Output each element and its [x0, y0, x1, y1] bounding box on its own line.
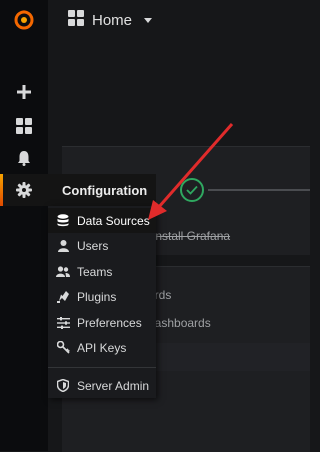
menu-header-label: Configuration — [62, 182, 148, 198]
menu-item-preferences[interactable]: Preferences — [48, 310, 156, 335]
menu-item-label: API Keys — [77, 340, 127, 355]
database-icon — [56, 214, 70, 228]
grafana-logo-icon[interactable] — [12, 8, 36, 32]
progress-line — [208, 189, 310, 191]
top-navbar: Home — [48, 0, 310, 42]
install-step-label: Install Grafana — [152, 229, 231, 243]
menu-divider — [48, 367, 156, 368]
gear-icon — [14, 180, 34, 200]
chevron-down-icon — [144, 18, 153, 23]
sliders-icon — [56, 316, 70, 330]
users-icon — [56, 265, 70, 279]
dashboards-icon — [68, 10, 84, 31]
menu-item-label: Preferences — [77, 315, 142, 330]
page-title: Home — [92, 12, 133, 29]
dashboard-picker[interactable]: Home — [68, 10, 153, 31]
recent-dashboards-label: dashboards — [148, 316, 211, 330]
user-icon — [56, 239, 70, 253]
menu-item-server-admin[interactable]: Server Admin — [48, 373, 156, 398]
menu-item-label: Plugins — [77, 289, 117, 304]
plug-icon — [56, 290, 70, 304]
menu-item-plugins[interactable]: Plugins — [48, 284, 156, 309]
bell-icon[interactable] — [14, 148, 34, 168]
menu-item-label: Data Sources — [77, 213, 150, 228]
menu-item-users[interactable]: Users — [48, 233, 156, 258]
menu-item-teams[interactable]: Teams — [48, 259, 156, 284]
menu-item-data-sources[interactable]: Data Sources — [48, 208, 156, 233]
sidebar-item-configuration[interactable] — [0, 174, 48, 206]
key-icon — [56, 341, 70, 355]
check-circle-icon — [180, 178, 204, 202]
menu-item-label: Users — [77, 238, 109, 253]
configuration-menu-header[interactable]: Configuration — [48, 174, 156, 206]
active-indicator — [0, 174, 3, 206]
plus-icon[interactable] — [14, 82, 34, 102]
menu-item-label: Server Admin — [77, 378, 150, 393]
configuration-menu: Data Sources Users Teams Plugins Prefere… — [48, 206, 156, 398]
shield-icon — [56, 379, 70, 393]
menu-item-api-keys[interactable]: API Keys — [48, 335, 156, 360]
menu-item-label: Teams — [77, 264, 113, 279]
sidebar — [0, 0, 48, 451]
dashboards-icon[interactable] — [14, 116, 34, 136]
